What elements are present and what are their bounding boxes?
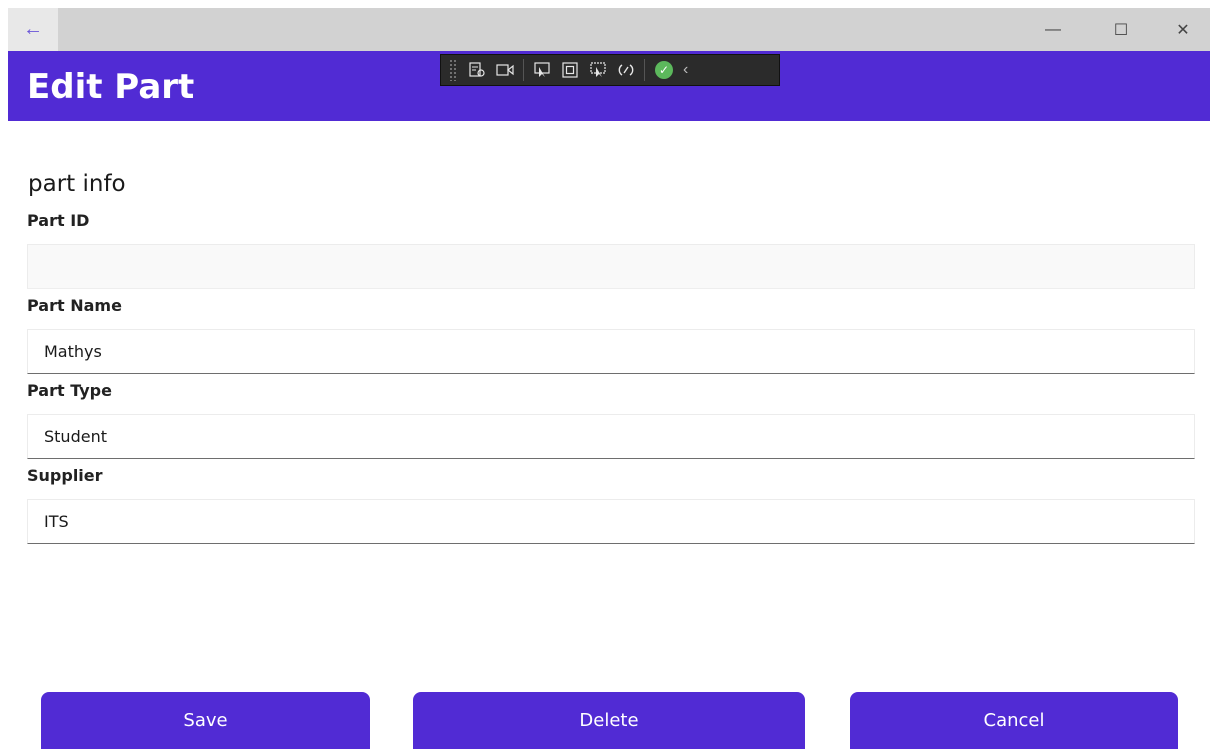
page-title: Edit Part (27, 67, 195, 107)
supplier-input[interactable] (27, 499, 1195, 544)
record-icon[interactable] (491, 58, 519, 82)
minimize-icon[interactable]: — (1030, 8, 1076, 51)
close-icon[interactable]: ✕ (1160, 8, 1206, 51)
toolbar-separator (523, 59, 524, 81)
save-button[interactable]: Save (41, 692, 370, 749)
part-type-label: Part Type (27, 381, 112, 400)
part-id-label: Part ID (27, 211, 90, 230)
toolbar-grip-icon[interactable] (449, 59, 457, 81)
back-arrow-icon[interactable]: ← (8, 8, 58, 51)
track-focused-element-icon[interactable] (584, 58, 612, 82)
section-title: part info (28, 171, 126, 197)
display-layout-adorners-icon[interactable] (556, 58, 584, 82)
live-visual-tree-icon[interactable] (463, 58, 491, 82)
hot-reload-icon[interactable] (612, 58, 640, 82)
part-name-input[interactable] (27, 329, 1195, 374)
delete-button[interactable]: Delete (413, 692, 805, 749)
toolbar-separator (644, 59, 645, 81)
part-id-input[interactable] (27, 244, 1195, 289)
supplier-label: Supplier (27, 466, 103, 485)
xaml-devtools-toolbar: ✓ ‹ (440, 54, 780, 86)
part-type-input[interactable] (27, 414, 1195, 459)
window-titlebar: ← — ☐ ✕ (8, 8, 1210, 51)
binding-ok-icon[interactable]: ✓ (655, 61, 673, 79)
maximize-icon[interactable]: ☐ (1098, 8, 1144, 51)
select-element-icon[interactable] (528, 58, 556, 82)
collapse-icon[interactable]: ‹ (683, 61, 688, 79)
cancel-button[interactable]: Cancel (850, 692, 1178, 749)
part-name-label: Part Name (27, 296, 122, 315)
